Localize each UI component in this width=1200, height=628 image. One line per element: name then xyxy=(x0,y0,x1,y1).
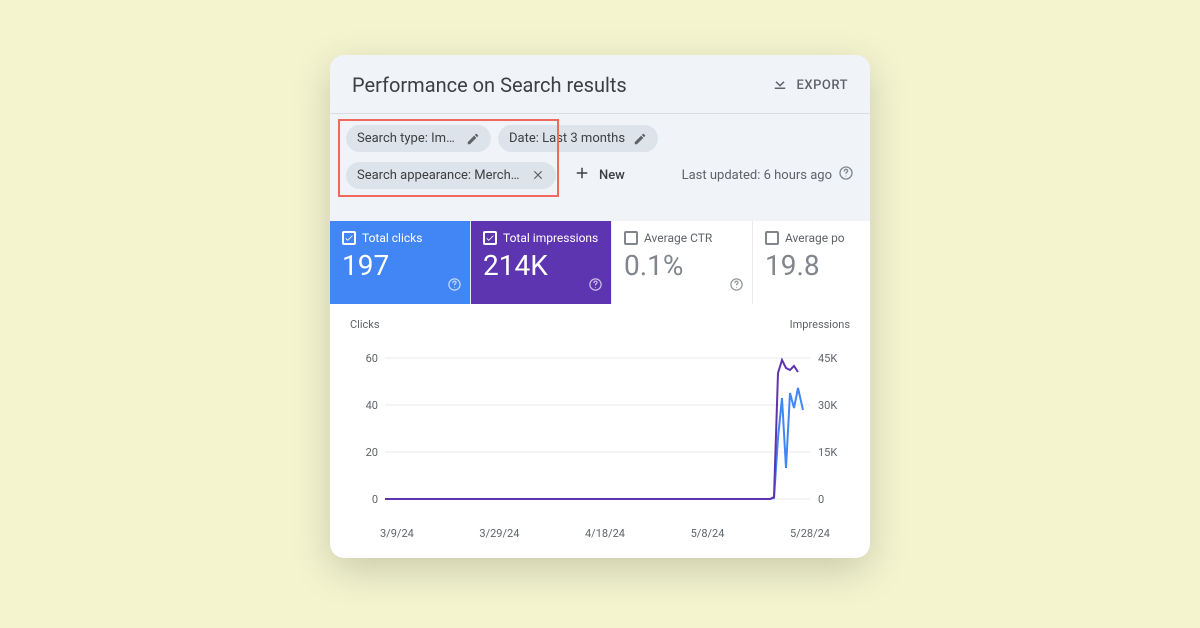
x-axis-labels: 3/9/24 3/29/24 4/18/24 5/8/24 5/28/24 xyxy=(340,523,860,540)
help-icon[interactable] xyxy=(588,277,603,296)
y-left-tick: 20 xyxy=(366,446,378,459)
pencil-icon[interactable] xyxy=(633,132,647,146)
metrics-row: Total clicks 197 Total impressions 214K … xyxy=(330,221,870,304)
chart-right-axis-title: Impressions xyxy=(790,318,850,331)
metric-average-position[interactable]: Average po 19.8 xyxy=(753,221,870,304)
pencil-icon[interactable] xyxy=(466,132,480,146)
x-tick: 3/29/24 xyxy=(479,527,519,540)
y-left-tick: 60 xyxy=(366,352,378,365)
metric-average-ctr[interactable]: Average CTR 0.1% xyxy=(612,221,753,304)
close-icon[interactable] xyxy=(531,168,545,182)
x-tick: 4/18/24 xyxy=(585,527,625,540)
metric-total-clicks[interactable]: Total clicks 197 xyxy=(330,221,471,304)
new-filter-button[interactable]: New xyxy=(563,158,635,192)
metric-value: 197 xyxy=(342,249,458,282)
last-updated: Last updated: 6 hours ago xyxy=(682,165,854,185)
y-right-tick: 15K xyxy=(818,446,837,459)
page-title: Performance on Search results xyxy=(352,73,627,97)
y-right-tick: 45K xyxy=(818,352,837,365)
filter-chip-date[interactable]: Date: Last 3 months xyxy=(498,125,658,152)
impressions-line xyxy=(385,360,798,499)
header: Performance on Search results EXPORT xyxy=(330,55,870,114)
y-left-tick: 40 xyxy=(366,399,378,412)
updated-text: Last updated: 6 hours ago xyxy=(682,168,832,183)
y-left-tick: 0 xyxy=(372,493,378,506)
performance-chart: 60 40 20 0 45K 30K 15K 0 xyxy=(340,333,860,523)
metric-label: Average CTR xyxy=(644,231,712,245)
help-icon[interactable] xyxy=(838,165,854,185)
filter-chip-search-appearance[interactable]: Search appearance: Mercha… xyxy=(346,162,556,189)
export-button[interactable]: EXPORT xyxy=(771,74,848,96)
metric-total-impressions[interactable]: Total impressions 214K xyxy=(471,221,612,304)
help-icon[interactable] xyxy=(729,277,744,296)
checkbox-icon[interactable] xyxy=(483,231,497,245)
metric-label: Average po xyxy=(785,231,845,245)
chart-area: Clicks Impressions 60 40 20 0 45K 30K 15… xyxy=(330,304,870,558)
metric-value: 0.1% xyxy=(624,249,740,282)
checkbox-icon[interactable] xyxy=(342,231,356,245)
chip-label: Search appearance: Mercha… xyxy=(357,168,523,183)
filter-chip-search-type[interactable]: Search type: Image xyxy=(346,125,491,152)
checkbox-icon[interactable] xyxy=(624,231,638,245)
x-tick: 5/8/24 xyxy=(691,527,725,540)
help-icon[interactable] xyxy=(447,277,462,296)
checkbox-icon[interactable] xyxy=(765,231,779,245)
metric-value: 214K xyxy=(483,249,599,282)
chip-label: Date: Last 3 months xyxy=(509,131,625,146)
x-tick: 3/9/24 xyxy=(380,527,414,540)
x-tick: 5/28/24 xyxy=(790,527,830,540)
metric-label: Total impressions xyxy=(503,231,598,245)
y-right-tick: 30K xyxy=(818,399,837,412)
export-label: EXPORT xyxy=(797,78,848,93)
plus-icon xyxy=(573,164,591,186)
chip-label: Search type: Image xyxy=(357,131,458,146)
y-right-tick: 0 xyxy=(818,493,824,506)
metric-value: 19.8 xyxy=(765,249,858,282)
performance-card: Performance on Search results EXPORT Sea… xyxy=(330,55,870,558)
download-icon xyxy=(771,74,789,96)
chart-left-axis-title: Clicks xyxy=(350,318,380,331)
new-label: New xyxy=(599,168,625,183)
metric-label: Total clicks xyxy=(362,231,422,245)
filter-area: Search type: Image Date: Last 3 months S… xyxy=(330,114,870,203)
